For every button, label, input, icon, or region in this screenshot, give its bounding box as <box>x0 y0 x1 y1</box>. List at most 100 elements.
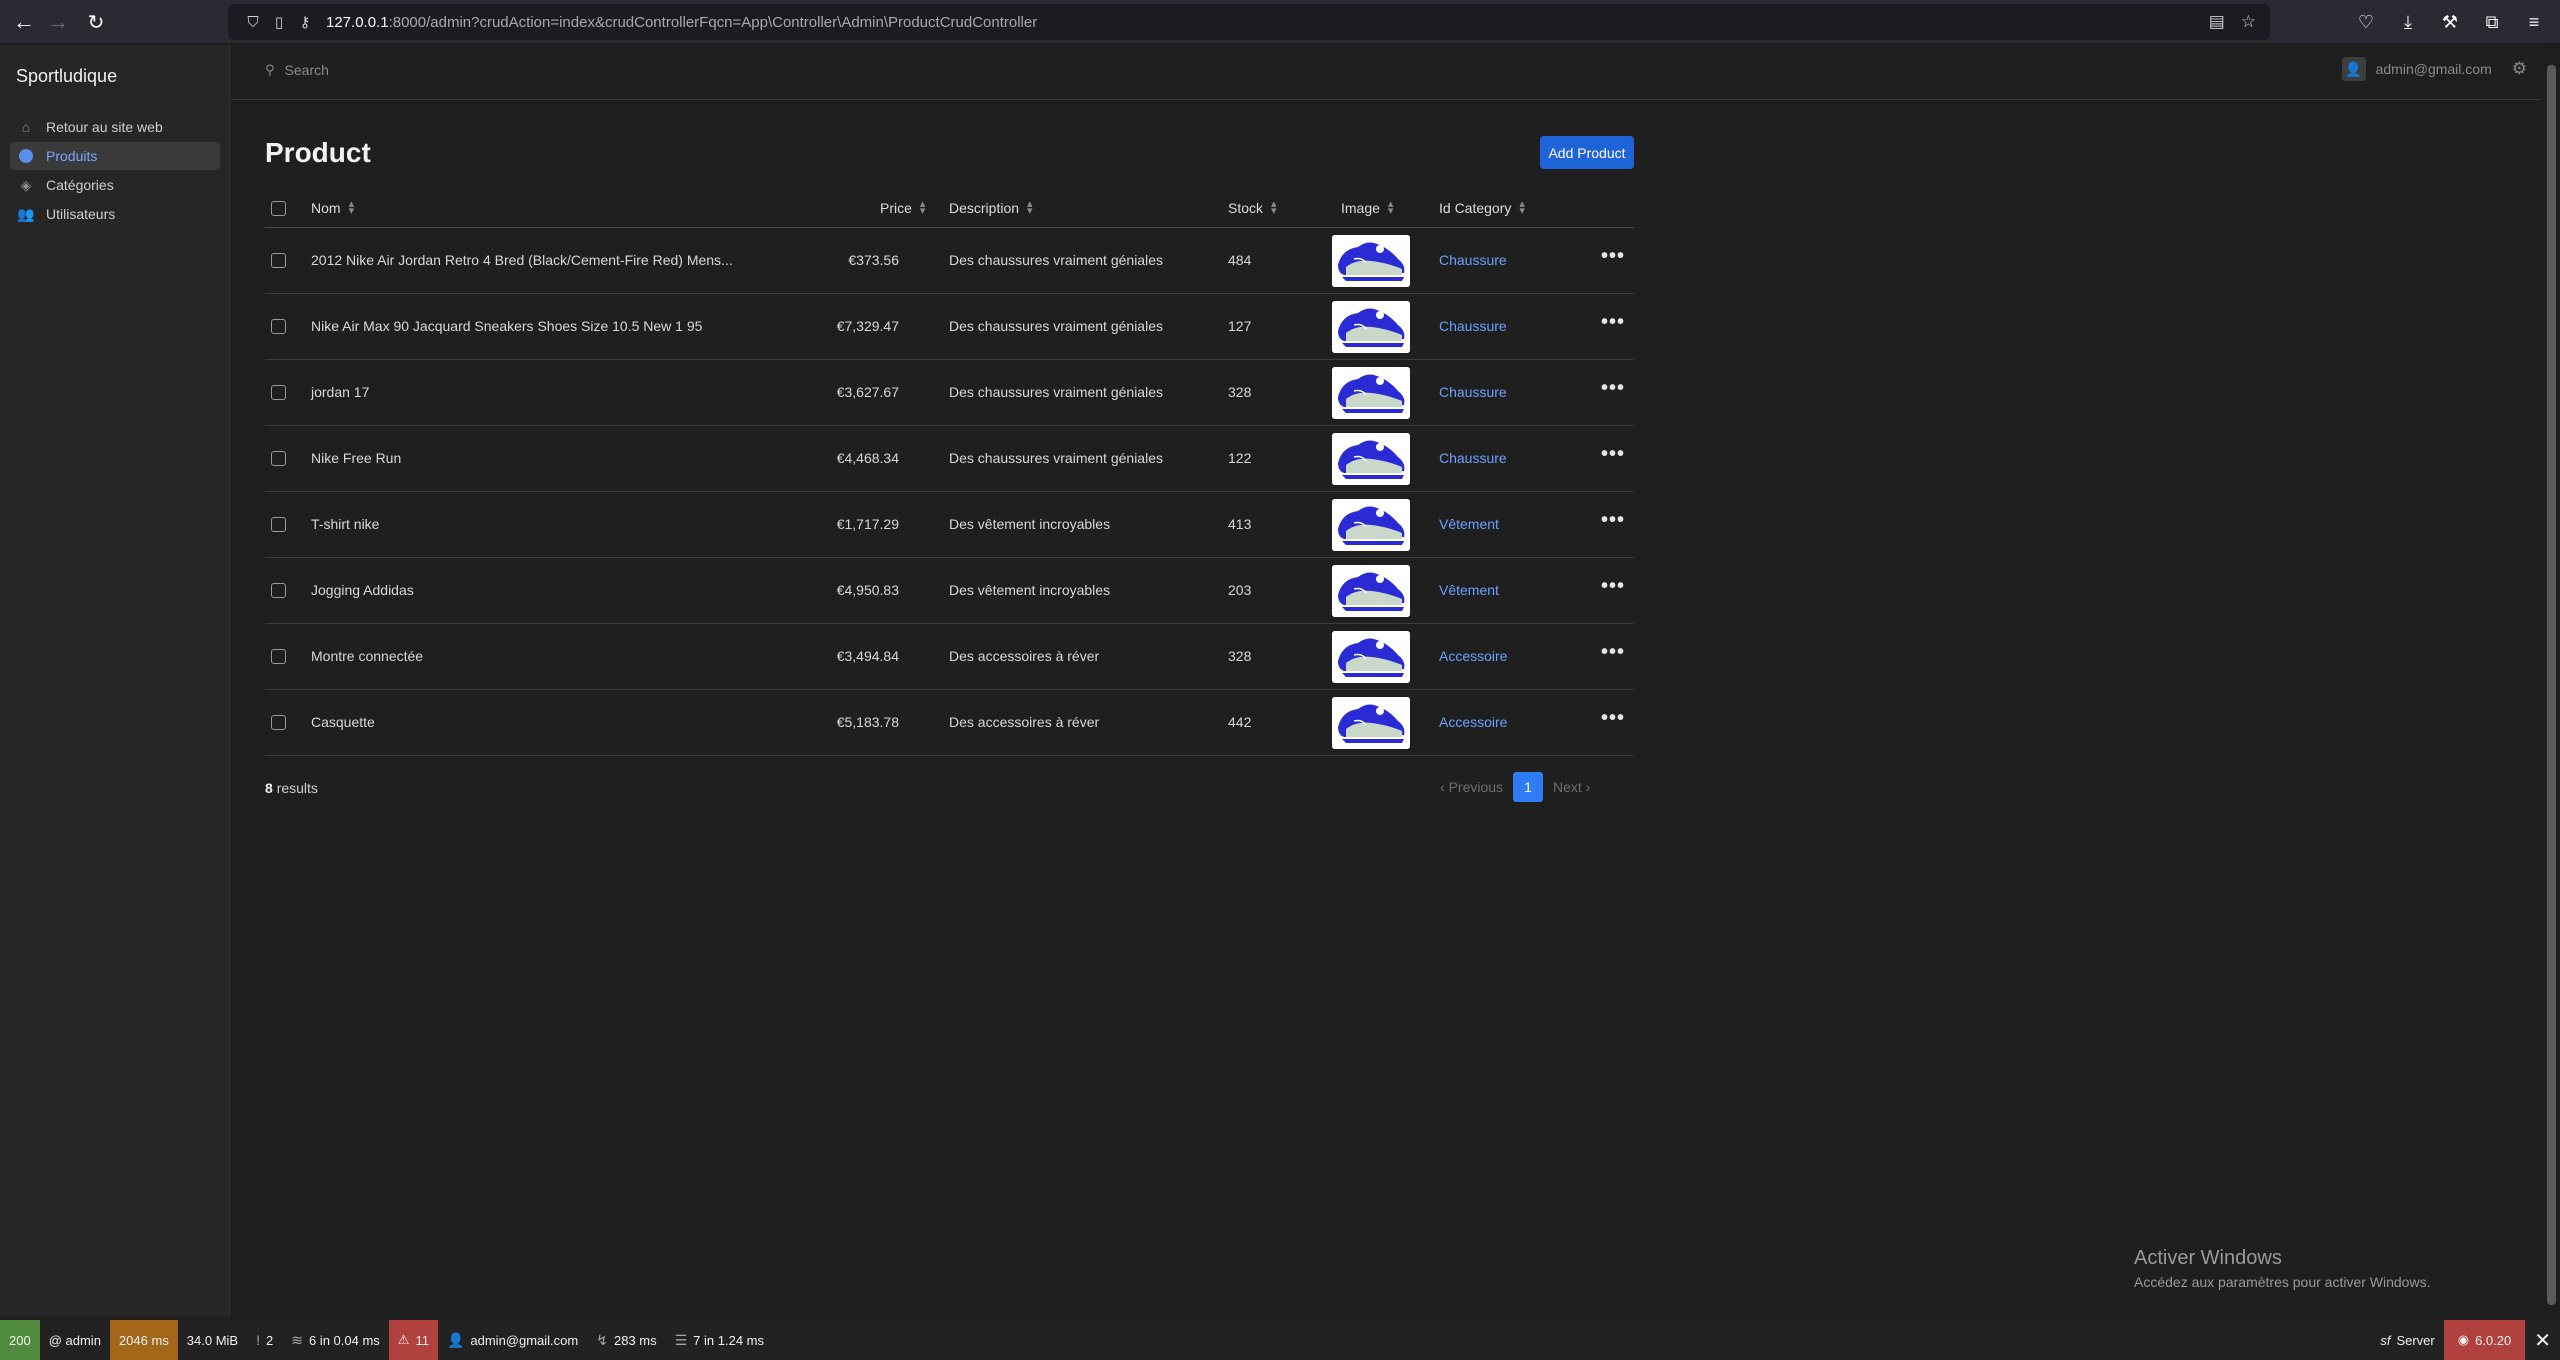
row-actions-menu-icon[interactable]: ••• <box>1601 443 1625 466</box>
route-name[interactable]: @ admin <box>40 1320 110 1360</box>
search-placeholder: Search <box>284 62 329 78</box>
row-checkbox[interactable] <box>271 649 286 664</box>
memory-usage[interactable]: 34.0 MiB <box>178 1320 247 1360</box>
twig-panel[interactable]: ≋ 6 in 0.04 ms <box>282 1320 389 1360</box>
product-stock: 328 <box>1228 384 1252 400</box>
forward-icon[interactable]: → <box>38 2 78 42</box>
product-image[interactable] <box>1332 499 1410 551</box>
column-header-image[interactable]: Image ▴ ▾ <box>1341 199 1393 217</box>
reader-view-icon[interactable]: ▤ <box>2209 12 2225 32</box>
symfony-icon: sf <box>2380 1332 2391 1348</box>
user-email: admin@gmail.com <box>2375 61 2492 77</box>
column-header-id-category[interactable]: Id Category ▴ ▾ <box>1439 198 1525 217</box>
row-actions-menu-icon[interactable]: ••• <box>1601 311 1625 334</box>
shield-icon[interactable]: ⛉ <box>240 14 266 31</box>
sidebar-item-utilisateurs[interactable]: 👥 Utilisateurs <box>10 200 220 228</box>
product-description: Des chaussures vraiment géniales <box>949 384 1163 400</box>
page-title: Product <box>265 137 371 168</box>
row-checkbox[interactable] <box>271 253 286 268</box>
product-description: Des vêtement incroyables <box>949 582 1111 598</box>
column-header-description[interactable]: Description ▴ ▾ <box>949 199 1033 217</box>
symfony-debug-toolbar: 200 @ admin 2046 ms 34.0 MiB ! 2 ≋ 6 in 0.… <box>0 1320 2560 1360</box>
sidebar-item-label: Utilisateurs <box>46 206 116 222</box>
row-actions-menu-icon[interactable]: ••• <box>1601 707 1625 730</box>
status-code-badge[interactable]: 200 <box>0 1320 40 1360</box>
product-category-link[interactable]: Accessoire <box>1439 648 1507 664</box>
user-icon: 👤 <box>446 1331 465 1348</box>
row-actions-menu-icon[interactable]: ••• <box>1601 575 1625 598</box>
error-icon: ⚠ <box>397 1332 410 1347</box>
url-bar[interactable]: ⛉ ▯ ⚷ 127.0.0.1:8000/admin?crudAction=in… <box>228 4 2270 40</box>
product-image[interactable] <box>1332 697 1410 749</box>
product-category-link[interactable]: Chaussure <box>1439 318 1507 334</box>
tools-icon[interactable]: ⚒ <box>2432 6 2468 38</box>
column-header-nom[interactable]: Nom ▴ ▾ <box>311 199 354 217</box>
product-image[interactable] <box>1332 631 1410 683</box>
product-category-link[interactable]: Accessoire <box>1439 714 1507 730</box>
column-header-stock[interactable]: Stock ▴ ▾ <box>1228 199 1277 217</box>
sort-icon: ▴ ▾ <box>1519 198 1525 217</box>
row-actions-menu-icon[interactable]: ••• <box>1601 509 1625 532</box>
sidebar-item-retour[interactable]: ⌂ Retour au site web <box>10 113 220 141</box>
row-checkbox[interactable] <box>271 583 286 598</box>
close-toolbar-icon[interactable]: ✕ <box>2525 1320 2560 1360</box>
product-image[interactable] <box>1332 565 1410 617</box>
row-checkbox[interactable] <box>271 715 286 730</box>
table-row: Casquette €5,183.78 Des accessoires à ré… <box>265 690 1634 756</box>
product-image[interactable] <box>1332 235 1410 287</box>
product-image[interactable] <box>1332 433 1410 485</box>
row-checkbox[interactable] <box>271 385 286 400</box>
security-user-panel[interactable]: 👤 admin@gmail.com <box>438 1320 587 1360</box>
pagination-previous[interactable]: ‹ Previous <box>1440 779 1503 795</box>
search-input[interactable]: ⚲ Search <box>265 62 329 78</box>
bookmark-star-icon[interactable]: ☆ <box>2241 12 2256 32</box>
extensions-icon[interactable]: ⧉ <box>2474 6 2510 38</box>
logs-panel[interactable]: ! 2 <box>247 1320 282 1360</box>
product-category-link[interactable]: Chaussure <box>1439 252 1507 268</box>
pagination-page-current[interactable]: 1 <box>1513 772 1544 802</box>
row-actions-menu-icon[interactable]: ••• <box>1601 377 1625 400</box>
scrollbar[interactable] <box>2543 45 2560 1317</box>
table-body: 2012 Nike Air Jordan Retro 4 Bred (Black… <box>265 228 1634 756</box>
add-product-button[interactable]: Add Product <box>1540 136 1634 169</box>
sidebar-item-produits[interactable]: Produits <box>10 142 220 170</box>
pocket-icon[interactable]: ♡ <box>2348 6 2384 38</box>
product-name: jordan 17 <box>311 384 370 400</box>
product-image[interactable] <box>1332 367 1410 419</box>
pagination-next[interactable]: Next › <box>1553 779 1590 795</box>
table-row: Nike Free Run €4,468.34 Des chaussures v… <box>265 426 1634 492</box>
table-row: T-shirt nike €1,717.29 Des vêtement incr… <box>265 492 1634 558</box>
product-price: €3,494.84 <box>836 648 899 664</box>
user-menu[interactable]: 👤 admin@gmail.com ⚙ <box>2341 57 2527 81</box>
row-actions-menu-icon[interactable]: ••• <box>1601 641 1625 664</box>
row-checkbox[interactable] <box>271 517 286 532</box>
menu-icon[interactable]: ≡ <box>2516 6 2552 38</box>
brand-title[interactable]: Sportludique <box>16 66 117 87</box>
reload-icon[interactable]: ↻ <box>76 2 116 42</box>
gear-icon[interactable]: ⚙ <box>2512 59 2527 79</box>
sidebar-item-categories[interactable]: ◈ Catégories <box>10 171 220 199</box>
database-panel[interactable]: ☰ 7 in 1.24 ms <box>666 1320 773 1360</box>
product-name: Casquette <box>311 714 375 730</box>
row-actions-menu-icon[interactable]: ••• <box>1601 245 1625 268</box>
sidebar-item-label: Produits <box>46 148 98 164</box>
errors-panel[interactable]: ⚠ 11 <box>388 1320 438 1360</box>
product-category-link[interactable]: Vêtement <box>1439 516 1499 532</box>
product-description: Des accessoires à réver <box>949 648 1100 664</box>
product-category-link[interactable]: Chaussure <box>1439 384 1507 400</box>
product-category-link[interactable]: Chaussure <box>1439 450 1507 466</box>
request-time[interactable]: 2046 ms <box>109 1320 178 1360</box>
page-icon[interactable]: ▯ <box>266 13 292 31</box>
permissions-icon[interactable]: ⚷ <box>292 13 318 31</box>
product-stock: 122 <box>1228 450 1252 466</box>
select-all-checkbox[interactable] <box>271 201 286 216</box>
server-panel[interactable]: sf Server <box>2371 1320 2443 1360</box>
row-checkbox[interactable] <box>271 319 286 334</box>
symfony-version-panel[interactable]: ◉ 6.0.20 <box>2443 1320 2526 1360</box>
product-image[interactable] <box>1332 301 1410 353</box>
column-header-price[interactable]: Price ▴ ▾ <box>880 199 925 217</box>
row-checkbox[interactable] <box>271 451 286 466</box>
ajax-panel[interactable]: ↯ 283 ms <box>587 1320 665 1360</box>
product-category-link[interactable]: Vêtement <box>1439 582 1499 598</box>
download-icon[interactable]: ⤓ <box>2390 6 2426 38</box>
